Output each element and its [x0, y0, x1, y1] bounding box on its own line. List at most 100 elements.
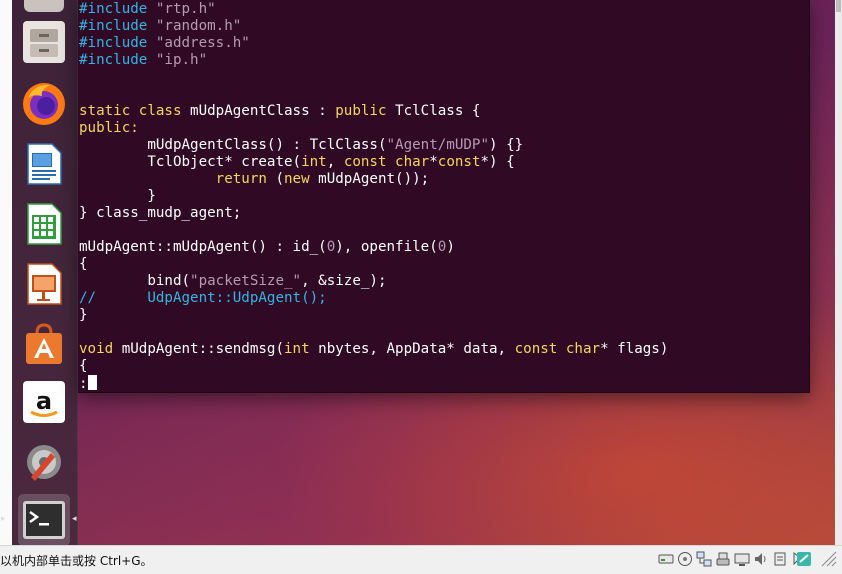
code-token: TclObject* create(: [79, 154, 302, 170]
terminal-line: bind("packetSize_", &size_);: [79, 273, 668, 290]
terminal-line: }: [79, 188, 668, 205]
code-token: bind(: [79, 273, 191, 289]
code-token: const: [437, 154, 481, 170]
terminal-line: // UdpAgent::UdpAgent();: [79, 290, 668, 307]
code-token: mUdpAgent());: [309, 171, 430, 187]
code-token: void: [79, 341, 114, 357]
terminal-line: #include "random.h": [79, 18, 668, 35]
terminal-line: public:: [79, 120, 668, 137]
launcher-item-writer[interactable]: [18, 138, 70, 190]
code-token: "ip.h": [155, 52, 208, 68]
code-token: #include: [79, 35, 156, 51]
shared-folder-icon[interactable]: [734, 551, 750, 567]
files-icon: [23, 21, 65, 63]
code-token: ) {}: [489, 137, 524, 153]
code-token: }: [79, 307, 88, 323]
launcher-item-impress[interactable]: [18, 258, 70, 310]
launcher-item-amazon[interactable]: a: [18, 376, 70, 428]
terminal-line: mUdpAgent::mUdpAgent() : id_(0), openfil…: [79, 239, 668, 256]
terminal-window[interactable]: #include "rtp.h" #include "random.h" #incl…: [78, 0, 810, 393]
code-token: mUdpAgentClass :: [181, 103, 336, 119]
launcher-item-firefox[interactable]: [18, 78, 70, 130]
status-message: 以机内部单击或按 Ctrl+G。: [0, 554, 153, 568]
code-token: mUdpAgent::mUdpAgent() : id_(: [79, 239, 327, 255]
launcher-item-settings[interactable]: [18, 436, 70, 488]
amazon-icon: a: [23, 381, 65, 423]
host-key-icon[interactable]: [820, 550, 838, 571]
terminal-line: mUdpAgentClass() : TclClass("Agent/mUDP"…: [79, 137, 668, 154]
code-token: const char: [514, 341, 601, 357]
terminal-line: {: [79, 256, 668, 273]
terminal-line: }: [79, 307, 668, 324]
svg-text:a: a: [36, 387, 52, 415]
text-cursor: [87, 375, 97, 390]
terminal-line: static class mUdpAgentClass : public Tcl…: [79, 103, 668, 120]
launcher-running-pip-left: ▸: [1, 514, 6, 524]
code-token: const char: [343, 154, 430, 170]
code-token: "Agent/mUDP": [386, 137, 490, 153]
system-settings-icon: [27, 445, 61, 481]
code-token: , &size_);: [301, 273, 387, 289]
code-token: :: [79, 376, 88, 392]
code-token: mUdpAgentClass() : TclClass(: [79, 137, 387, 153]
hdd-icon[interactable]: [658, 551, 674, 567]
writer-icon: [27, 143, 62, 185]
code-token: {: [79, 256, 88, 272]
terminal-line: {: [79, 358, 668, 375]
code-token: public: [335, 103, 387, 119]
code-token: TclClass {: [386, 103, 481, 119]
code-token: #include: [79, 18, 156, 34]
recording-icon[interactable]: [772, 551, 788, 567]
optical-icon[interactable]: [677, 551, 693, 567]
code-token: ): [446, 239, 455, 255]
launcher-item-files[interactable]: [18, 16, 70, 68]
code-token: }: [79, 188, 156, 204]
terminal-line: } class_mudp_agent;: [79, 205, 668, 222]
terminal-line: void mUdpAgent::sendmsg(int nbytes, AppD…: [79, 341, 668, 358]
terminal-line: TclObject* create(int, const char*const*…: [79, 154, 668, 171]
files-partial-icon: [24, 0, 64, 12]
terminal-line: #include "address.h": [79, 35, 668, 52]
terminal-line: return (new mUdpAgent());: [79, 171, 668, 188]
code-token: *: [429, 154, 438, 170]
firefox-icon: [23, 83, 65, 125]
guest-additions-icon[interactable]: [796, 551, 812, 567]
terminal-text[interactable]: #include "rtp.h" #include "random.h" #incl…: [79, 1, 668, 392]
launcher-item-terminal[interactable]: [18, 494, 70, 546]
code-token: public:: [79, 120, 139, 136]
code-token: int: [284, 341, 310, 357]
usb-icon[interactable]: [715, 551, 731, 567]
vm-frame-left: [0, 0, 12, 545]
code-token: * flags): [600, 341, 669, 357]
code-token: mUdpAgent::sendmsg(: [113, 341, 285, 357]
code-token: static class: [79, 103, 182, 119]
code-token: ), openfile(: [335, 239, 438, 255]
code-token: "rtp.h": [155, 1, 216, 17]
calc-icon: [27, 203, 62, 245]
launcher-item-calc[interactable]: [18, 198, 70, 250]
code-token: (: [266, 171, 285, 187]
audio-icon[interactable]: [753, 551, 769, 567]
launcher-running-pip-right: ◂: [72, 514, 77, 524]
code-token: // UdpAgent::UdpAgent();: [79, 290, 327, 306]
software-center-icon: [26, 323, 62, 364]
vm-scroll-thumb[interactable]: [836, 0, 841, 12]
code-token: ,: [326, 154, 344, 170]
vm-status-bar: 以机内部单击或按 Ctrl+G。: [0, 545, 842, 574]
code-token: 0: [326, 239, 336, 255]
code-token: *) {: [480, 154, 515, 170]
code-token: #include: [79, 1, 156, 17]
launcher-item-software[interactable]: [18, 318, 70, 370]
code-token: return: [215, 171, 267, 187]
terminal-line: #include "ip.h": [79, 52, 668, 69]
network-icon[interactable]: [696, 551, 712, 567]
code-token: int: [301, 154, 327, 170]
code-token: #include: [79, 52, 156, 68]
code-token: "address.h": [155, 35, 250, 51]
code-token: nbytes, AppData* data,: [309, 341, 515, 357]
terminal-line: #include "rtp.h": [79, 1, 668, 18]
